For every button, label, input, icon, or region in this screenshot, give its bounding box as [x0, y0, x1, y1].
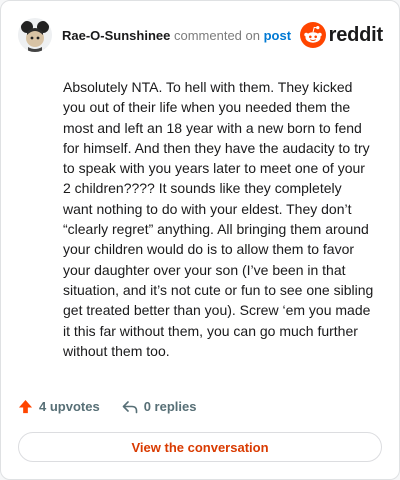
- reply-arrow-icon: [122, 400, 137, 413]
- action-text: commented on: [173, 27, 260, 43]
- view-conversation-button[interactable]: View the conversation: [18, 432, 382, 462]
- byline: Rae-O-Sunshinee commented on post: [62, 28, 291, 43]
- mouse-ears-avatar-icon: [18, 18, 52, 52]
- username[interactable]: Rae-O-Sunshinee: [62, 28, 170, 43]
- reddit-snoo-icon: [299, 22, 326, 48]
- post-link[interactable]: post: [264, 28, 291, 43]
- upvote-arrow-icon: [18, 399, 33, 414]
- replies-stat[interactable]: 0 replies: [122, 399, 197, 414]
- comment-header: Rae-O-Sunshinee commented on post reddit: [18, 17, 383, 53]
- replies-count: 0 replies: [143, 399, 197, 414]
- upvotes-count: 4 upvotes: [39, 399, 100, 414]
- avatar[interactable]: [18, 18, 52, 52]
- comment-body: Absolutely NTA. To hell with them. They …: [63, 79, 374, 359]
- upvotes-stat[interactable]: 4 upvotes: [18, 399, 100, 414]
- comment-stats: 4 upvotes 0 replies: [18, 399, 196, 414]
- reddit-wordmark: reddit: [328, 23, 384, 46]
- reddit-logo[interactable]: reddit: [299, 22, 384, 48]
- comment-embed-card: Rae-O-Sunshinee commented on post reddit…: [0, 0, 400, 480]
